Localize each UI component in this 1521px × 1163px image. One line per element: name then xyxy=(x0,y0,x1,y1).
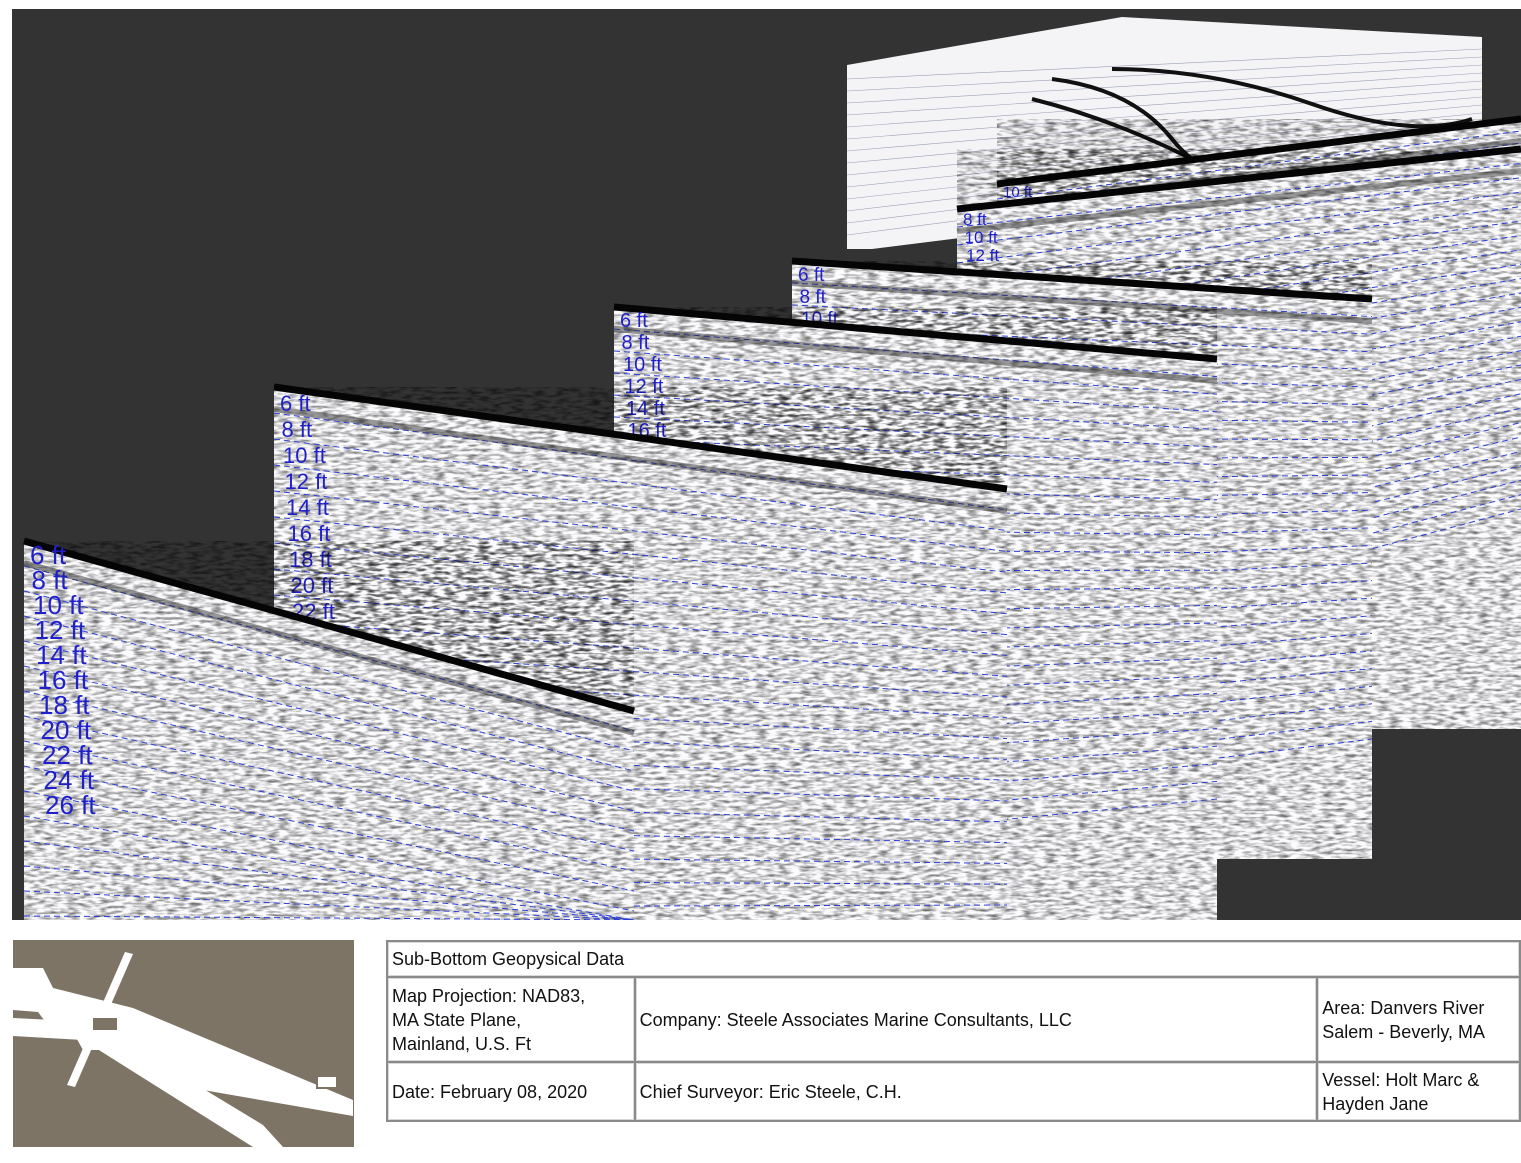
date-text: Date: February 08, 2020 xyxy=(392,1081,588,1102)
depth-label: 18 ft xyxy=(289,547,332,572)
depth-label: 8 ft xyxy=(622,332,650,354)
chief-surveyor-text: Chief Surveyor: Eric Steele, C.H. xyxy=(639,1081,902,1102)
title-block: Sub-Bottom Geopysical Data Map Projectio… xyxy=(386,939,1521,1122)
depth-label: 14 ft xyxy=(626,398,665,420)
chief-surveyor-cell: Chief Surveyor: Eric Steele, C.H. xyxy=(633,1061,1319,1122)
depth-label: 16 ft xyxy=(288,521,331,546)
depth-label: 8 ft xyxy=(282,417,313,442)
river-channel-map xyxy=(13,952,353,1147)
area-text: Area: Danvers River Salem - Beverly, MA xyxy=(1322,997,1485,1042)
title-text: Sub-Bottom Geopysical Data xyxy=(392,949,625,970)
depth-label: 8 ft xyxy=(800,287,827,308)
title-cell: Sub-Bottom Geopysical Data xyxy=(386,939,1521,979)
depth-label: 6 ft xyxy=(280,391,311,416)
depth-label: 12 ft xyxy=(625,376,664,398)
depth-label: 12 ft xyxy=(285,469,328,494)
date-cell: Date: February 08, 2020 xyxy=(386,1061,636,1122)
depth-label: 10 ft xyxy=(623,354,662,376)
sub-bottom-profile-stack: 10 ft8 ft10 ft12 ft6 ft8 ft10 ft12 ft6 f… xyxy=(23,17,1521,920)
vessel-text: Vessel: Holt Marc & Hayden Jane xyxy=(1322,1069,1480,1114)
depth-label: 6 ft xyxy=(620,310,648,332)
depth-label: 10 ft xyxy=(283,443,326,468)
map-projection-text: Map Projection: NAD83, MA State Plane, M… xyxy=(392,985,586,1054)
area-cell: Area: Danvers River Salem - Beverly, MA xyxy=(1316,976,1521,1064)
depth-label: 10 ft xyxy=(965,228,998,247)
depth-label: 6 ft xyxy=(798,265,825,286)
depth-label: 8 ft xyxy=(963,210,987,229)
vessel-cell: Vessel: Holt Marc & Hayden Jane xyxy=(1316,1061,1521,1122)
locator-map xyxy=(13,940,354,1147)
company-text: Company: Steele Associates Marine Consul… xyxy=(639,1009,1072,1030)
map-projection-cell: Map Projection: NAD83, MA State Plane, M… xyxy=(386,976,636,1064)
depth-label: 12 ft xyxy=(966,246,999,265)
depth-label: 14 ft xyxy=(286,495,329,520)
3d-viewport[interactable]: 10 ft8 ft10 ft12 ft6 ft8 ft10 ft12 ft6 f… xyxy=(12,9,1521,920)
depth-label: 20 ft xyxy=(291,573,334,598)
depth-label: 26 ft xyxy=(45,790,96,820)
company-cell: Company: Steele Associates Marine Consul… xyxy=(633,976,1319,1064)
